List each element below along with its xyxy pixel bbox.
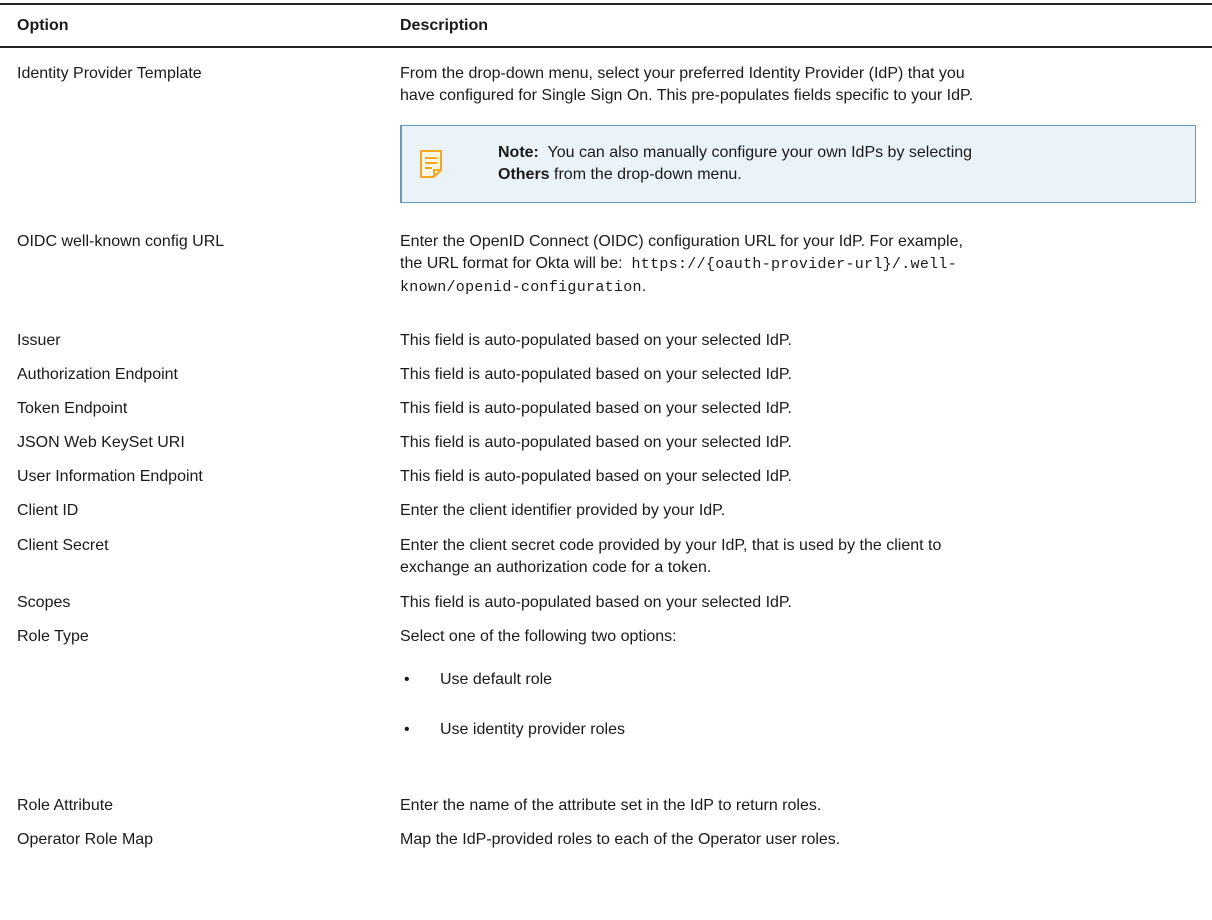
bullet-dot: •: [404, 671, 410, 688]
bullet-text: Use default role: [440, 671, 553, 688]
note-bold-word: Others: [498, 166, 550, 183]
description-scopes: This field is auto-populated based on yo…: [400, 594, 792, 611]
option-role-attribute: Role Attribute: [17, 797, 114, 814]
okta-url-code-continued: known/openid-configuration: [400, 279, 642, 296]
option-role-type: Role Type: [17, 628, 89, 645]
description-identity-provider-template: From the drop-down menu, select your pre…: [400, 63, 1190, 107]
option-identity-provider-template: Identity Provider Template: [17, 65, 202, 82]
option-json-web-keyset-uri: JSON Web KeySet URI: [17, 434, 185, 451]
description-token-endpoint: This field is auto-populated based on yo…: [400, 400, 792, 417]
description-line: have configured for Single Sign On. This…: [400, 87, 974, 104]
note-icon: [420, 150, 442, 178]
note-label: Note:: [498, 144, 539, 161]
option-client-secret: Client Secret: [17, 537, 109, 554]
note-text-before: You can also manually configure your own…: [547, 144, 973, 161]
description-role-attribute: Enter the name of the attribute set in t…: [400, 797, 822, 814]
description-line: Enter the OpenID Connect (OIDC) configur…: [400, 233, 963, 250]
description-line: Enter the client secret code provided by…: [400, 537, 942, 554]
option-token-endpoint: Token Endpoint: [17, 400, 128, 417]
column-header-option: Option: [17, 17, 69, 34]
note-box: Note: You can also manually configure yo…: [400, 125, 1196, 203]
option-issuer: Issuer: [17, 332, 61, 349]
description-line: From the drop-down menu, select your pre…: [400, 65, 965, 82]
description-operator-role-map: Map the IdP-provided roles to each of th…: [400, 831, 841, 848]
option-oidc-well-known-config-url: OIDC well-known config URL: [17, 233, 225, 250]
option-authorization-endpoint: Authorization Endpoint: [17, 366, 178, 383]
note-text: Note: You can also manually configure yo…: [498, 142, 1178, 186]
description-client-secret: Enter the client secret code provided by…: [400, 535, 1190, 579]
okta-url-code: https://{oauth-provider-url}/.well-: [631, 256, 958, 273]
header-top-rule: [0, 3, 1212, 5]
description-json-web-keyset-uri: This field is auto-populated based on yo…: [400, 434, 792, 451]
column-header-description: Description: [400, 17, 489, 34]
url-suffix: .: [641, 278, 647, 295]
url-prefix-text: the URL format for Okta will be:: [400, 255, 623, 272]
description-line: the URL format for Okta will be: https:/…: [400, 253, 1190, 276]
option-client-id: Client ID: [17, 502, 79, 519]
description-role-type: Select one of the following two options:: [400, 628, 677, 645]
header-bottom-rule: [0, 46, 1212, 48]
description-user-information-endpoint: This field is auto-populated based on yo…: [400, 468, 792, 485]
bullet-text: Use identity provider roles: [440, 721, 625, 738]
description-client-id: Enter the client identifier provided by …: [400, 502, 726, 519]
option-scopes: Scopes: [17, 594, 71, 611]
option-user-information-endpoint: User Information Endpoint: [17, 468, 203, 485]
option-operator-role-map: Operator Role Map: [17, 831, 154, 848]
description-line: known/openid-configuration.: [400, 276, 1190, 299]
bullet-dot: •: [404, 721, 410, 738]
description-line: exchange an authorization code for a tok…: [400, 559, 712, 576]
note-text-after: from the drop-down menu.: [554, 166, 742, 183]
description-authorization-endpoint: This field is auto-populated based on yo…: [400, 366, 792, 383]
description-oidc-well-known-config-url: Enter the OpenID Connect (OIDC) configur…: [400, 231, 1190, 299]
description-issuer: This field is auto-populated based on yo…: [400, 332, 792, 349]
